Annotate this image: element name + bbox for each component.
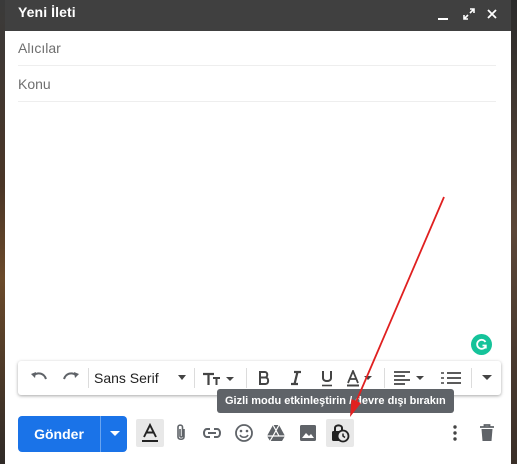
more-formatting-button[interactable] [476, 361, 498, 395]
attach-file-button[interactable] [167, 419, 195, 447]
insert-drive-button[interactable] [262, 419, 290, 447]
toolbar-divider [246, 368, 247, 388]
more-options-icon [453, 425, 457, 441]
to-field[interactable] [18, 31, 496, 66]
toolbar-divider [471, 368, 472, 388]
recipients-input[interactable] [18, 32, 496, 64]
insert-photo-button[interactable] [294, 419, 322, 447]
numbered-list-icon [441, 372, 461, 384]
send-options-button[interactable] [100, 416, 128, 452]
grammarly-icon [476, 338, 487, 350]
minimize-button[interactable] [433, 4, 453, 24]
emoji-icon [235, 424, 253, 442]
grammarly-button[interactable] [471, 334, 492, 355]
confidential-mode-tooltip: Gizli modu etkinleştirin / devre dışı bı… [217, 389, 454, 413]
photo-icon [300, 425, 316, 441]
toolbar-divider [88, 368, 89, 388]
text-color-icon [347, 369, 372, 386]
compose-titlebar[interactable]: Yeni İleti [5, 0, 511, 31]
redo-button[interactable] [58, 361, 84, 395]
discard-icon [480, 424, 494, 441]
insert-link-button[interactable] [198, 419, 226, 447]
undo-icon [31, 372, 47, 380]
text-size-icon [203, 372, 234, 385]
expand-icon [463, 8, 475, 20]
underline-icon [322, 370, 332, 386]
formatting-options-icon [142, 423, 158, 442]
bold-icon [259, 371, 270, 385]
minimize-icon [438, 18, 448, 20]
toolbar-divider [194, 368, 195, 388]
confidential-mode-icon [332, 424, 350, 443]
font-name: Sans Serif [94, 370, 159, 386]
more-options-button[interactable] [445, 419, 465, 447]
discard-draft-button[interactable] [473, 419, 501, 447]
drive-icon [267, 424, 285, 442]
send-group: Gönder [18, 416, 127, 452]
background-right [511, 0, 517, 464]
subject-field[interactable] [18, 67, 496, 102]
window-title: Yeni İleti [18, 4, 76, 20]
message-body[interactable] [18, 108, 496, 353]
redo-icon [63, 372, 79, 380]
formatting-options-button[interactable] [136, 419, 164, 447]
attach-icon [177, 424, 185, 441]
insert-emoji-button[interactable] [230, 419, 258, 447]
confidential-mode-button[interactable] [326, 419, 354, 447]
chevron-down-icon [178, 375, 186, 380]
close-icon [487, 9, 497, 19]
align-icon [394, 371, 424, 385]
fullscreen-button[interactable] [459, 4, 479, 24]
send-button[interactable]: Gönder [18, 416, 100, 452]
toolbar-divider [384, 368, 385, 388]
link-icon [203, 428, 221, 438]
font-select[interactable]: Sans Serif [94, 361, 190, 395]
italic-icon [291, 370, 301, 386]
close-button[interactable] [482, 4, 502, 24]
undo-button[interactable] [26, 361, 52, 395]
compose-window: Yeni İleti Alıcılar Konu Sans Serif Gönd… [5, 0, 511, 464]
chevron-down-icon [109, 431, 120, 436]
more-formatting-icon [482, 375, 492, 380]
subject-input[interactable] [18, 68, 496, 100]
